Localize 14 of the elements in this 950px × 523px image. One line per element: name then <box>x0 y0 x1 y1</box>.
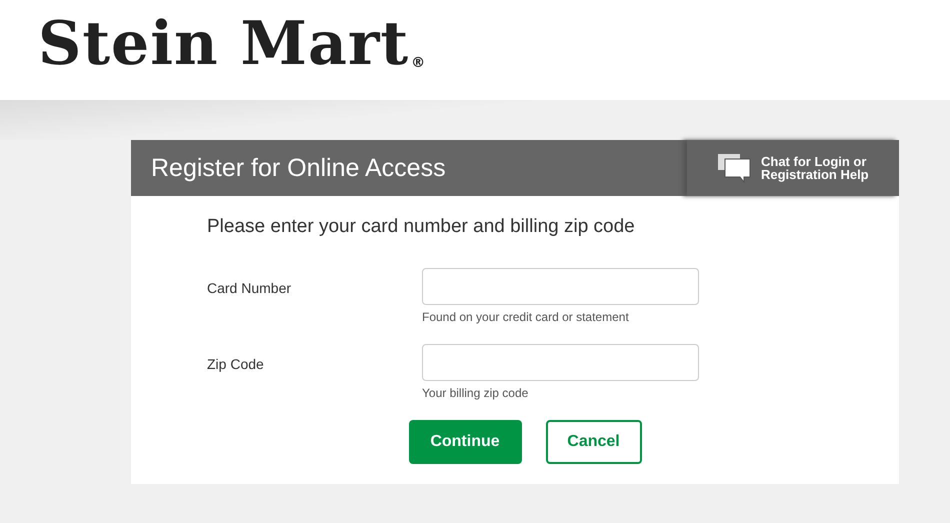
input-field[interactable] <box>422 344 699 381</box>
chat-help-link[interactable]: Chat for Login or Registration Help <box>687 140 899 196</box>
continue-button[interactable]: Continue <box>408 420 522 464</box>
logo: Stein Mart <box>38 8 410 81</box>
field-label: Card Number <box>207 279 292 298</box>
card-title: Register for Online Access <box>151 154 446 182</box>
cancel-button[interactable]: Cancel <box>546 420 642 464</box>
input-field[interactable] <box>422 268 699 305</box>
field-hint: Found on your credit card or statement <box>422 310 630 324</box>
field-label: Zip Code <box>207 355 265 374</box>
registered-mark: ® <box>411 56 426 70</box>
field-hint: Your billing zip code <box>422 386 530 400</box>
instructions: Please enter your card number and billing zip code <box>207 216 636 238</box>
chat-bubbles-icon <box>717 153 751 183</box>
